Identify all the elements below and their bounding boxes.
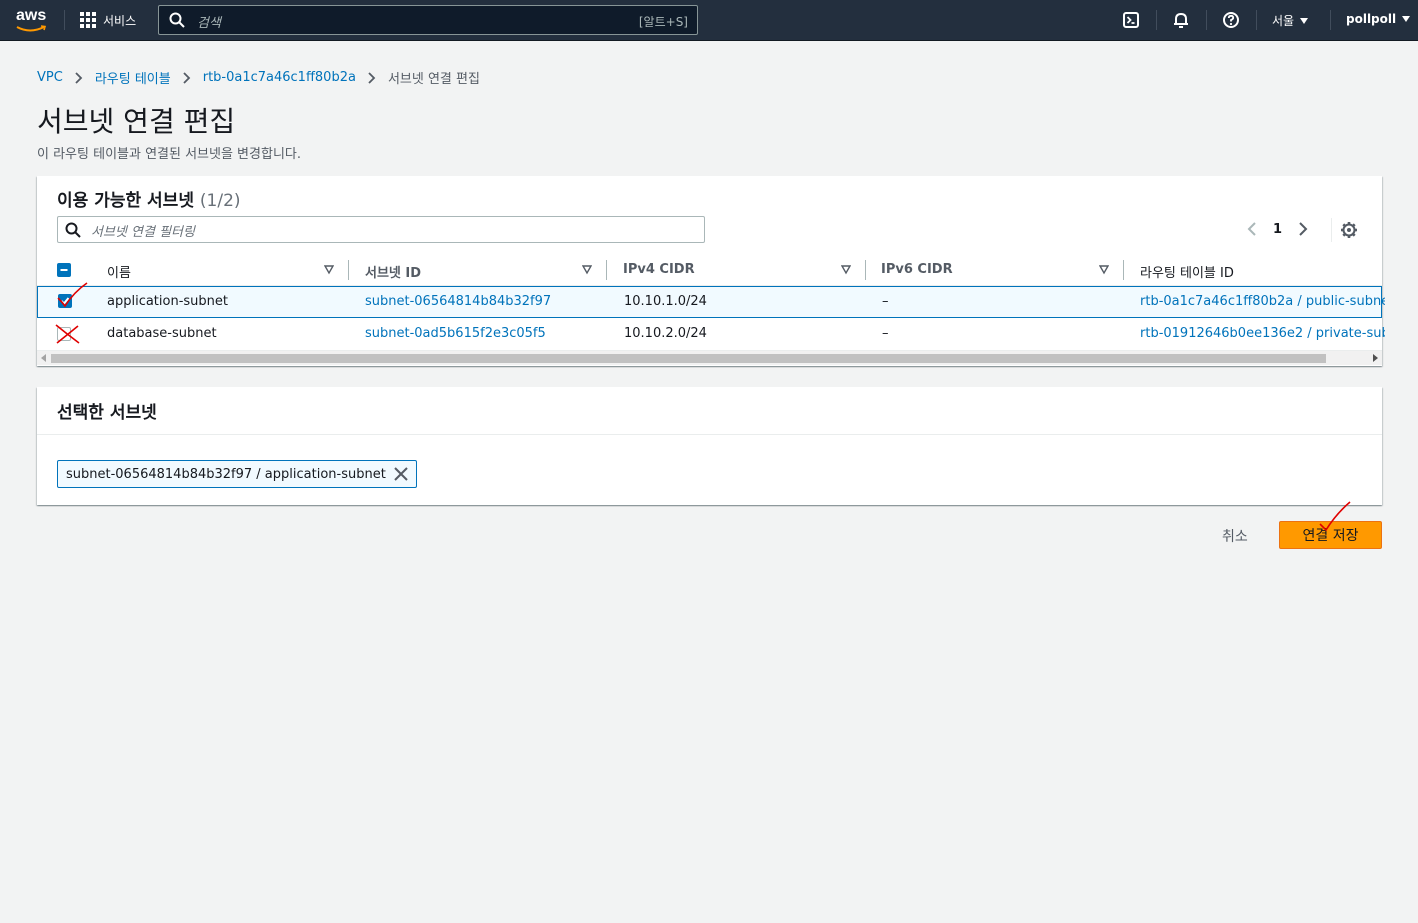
available-subnets-header: 이용 가능한 서브넷 (1/2) [57,186,241,211]
search-shortcut: [알트+S] [638,15,688,29]
services-label: 서비스 [103,13,137,28]
row-checkbox[interactable] [57,327,71,341]
region-label: 서울 [1272,14,1295,28]
chevron-right-icon [75,71,83,84]
search-icon [65,222,81,238]
search-icon [169,12,185,28]
breadcrumb: VPC 라우팅 테이블 rtb-0a1c7a46c1ff80b2a 서브넷 연결… [37,68,480,87]
available-subnets-panel: 이용 가능한 서브넷 (1/2) 서브넷 연결 필터링 1 이름 서브넷 ID … [37,176,1385,366]
services-menu-button[interactable]: 서비스 [80,10,136,30]
column-header-name[interactable]: 이름 [107,262,131,281]
column-resizer[interactable] [865,260,866,280]
help-icon[interactable] [1222,11,1240,29]
cell-ipv6: – [882,326,889,341]
region-selector[interactable]: 서울 [1272,12,1309,29]
sort-icon[interactable] [324,265,334,275]
page-title: 서브넷 연결 편집 [37,105,236,138]
nav-divider [1206,10,1207,30]
cell-ipv4: 10.10.2.0/24 [624,326,707,341]
caret-down-icon [1300,17,1309,24]
chevron-right-icon [183,71,191,84]
breadcrumb-route-table-id[interactable]: rtb-0a1c7a46c1ff80b2a [203,70,356,85]
caret-down-icon [1402,16,1411,22]
close-icon[interactable] [394,467,408,481]
cell-subnet-id-link[interactable]: subnet-0ad5b615f2e3c05f5 [365,326,546,341]
cell-route-table-link[interactable]: rtb-0a1c7a46c1ff80b2a / public-subnet-rt [1140,294,1385,309]
column-resizer[interactable] [1123,260,1124,280]
bell-icon[interactable] [1172,11,1190,29]
nav-divider [1256,10,1257,30]
cell-ipv4: 10.10.1.0/24 [624,294,707,309]
column-header-ipv6[interactable]: IPv6 CIDR [881,262,953,277]
apps-grid-icon [80,12,96,28]
scrollbar-thumb[interactable] [51,354,1326,363]
column-resizer[interactable] [606,260,607,280]
pagination: 1 [1247,221,1308,237]
gear-icon[interactable] [1340,221,1358,239]
column-header-ipv4[interactable]: IPv4 CIDR [623,262,695,277]
chevron-right-icon[interactable] [1298,221,1308,237]
subnet-filter-input[interactable]: 서브넷 연결 필터링 [57,216,705,243]
select-all-checkbox[interactable] [57,263,71,277]
selected-subnets-header: 선택한 서브넷 [37,387,1382,435]
selected-subnets-panel: 선택한 서브넷 subnet-06564814b84b32f97 / appli… [37,387,1382,505]
chevron-left-icon[interactable] [1247,221,1257,237]
table-row[interactable]: application-subnet subnet-06564814b84b32… [37,286,1385,318]
cloudshell-icon[interactable] [1122,11,1140,29]
token-label: subnet-06564814b84b32f97 / application-s… [66,466,386,482]
account-name: pollpoll [1346,12,1397,26]
nav-divider [1330,10,1331,30]
selected-subnets-title: 선택한 서브넷 [57,403,157,423]
scroll-left-arrow-icon[interactable] [41,354,46,362]
aws-smile-icon [16,25,47,32]
global-search-input[interactable]: 검색 [알트+S] [158,5,698,35]
cell-route-table-link[interactable]: rtb-01912646b0ee136e2 / private-subnet-r… [1140,326,1385,341]
sort-icon[interactable] [582,265,592,275]
search-placeholder: 검색 [197,16,221,31]
page-description: 이 라우팅 테이블과 연결된 서브넷을 변경합니다. [37,147,301,162]
breadcrumb-vpc[interactable]: VPC [37,70,63,85]
cell-name: application-subnet [107,294,228,309]
column-resizer[interactable] [348,260,349,280]
nav-divider [1156,10,1157,30]
top-navigation: aws 서비스 검색 [알트+S] 서울 pollpoll [0,0,1418,41]
sort-icon[interactable] [841,265,851,275]
current-page[interactable]: 1 [1273,222,1282,237]
row-checkbox[interactable] [58,294,72,308]
nav-divider [64,10,65,30]
aws-logo[interactable]: aws [14,7,50,34]
available-subnets-title: 이용 가능한 서브넷 [57,191,194,211]
chevron-right-icon [368,71,376,84]
account-menu[interactable]: pollpoll [1346,12,1411,26]
column-header-subnet-id[interactable]: 서브넷 ID [365,262,421,281]
horizontal-scrollbar[interactable] [37,351,1382,365]
breadcrumb-current: 서브넷 연결 편집 [387,72,480,87]
table-row[interactable]: database-subnet subnet-0ad5b615f2e3c05f5… [37,319,1385,351]
scroll-right-arrow-icon[interactable] [1373,354,1378,362]
column-header-route-table[interactable]: 라우팅 테이블 ID [1140,262,1234,281]
cell-name: database-subnet [107,326,217,341]
cancel-button[interactable]: 취소 [1206,524,1264,548]
aws-logo-text: aws [16,7,47,24]
breadcrumb-route-tables[interactable]: 라우팅 테이블 [95,68,171,87]
save-associations-button[interactable]: 연결 저장 [1279,521,1382,549]
table-header: 이름 서브넷 ID IPv4 CIDR IPv6 CIDR 라우팅 테이블 ID [37,256,1382,286]
selected-subnet-token: subnet-06564814b84b32f97 / application-s… [57,460,417,488]
cell-subnet-id-link[interactable]: subnet-06564814b84b32f97 [365,294,551,309]
selection-count: (1/2) [199,191,241,211]
cell-ipv6: – [882,294,889,309]
sort-icon[interactable] [1099,265,1109,275]
filter-placeholder: 서브넷 연결 필터링 [91,225,195,240]
pager-divider [1331,218,1332,242]
